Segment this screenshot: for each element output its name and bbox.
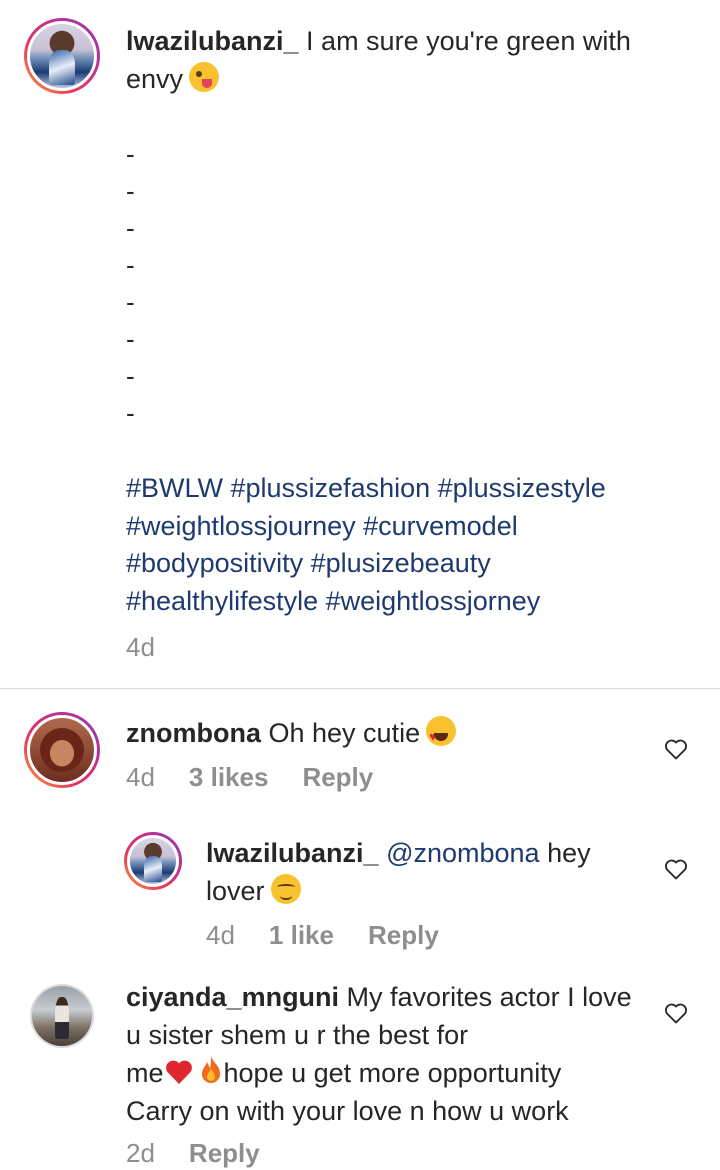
comment-username[interactable]: znombona [126, 718, 261, 748]
comment-body-line2: u sister shem u r the best for [126, 1020, 469, 1050]
smiling-face-emoji-icon [270, 874, 301, 904]
dash-line: - [126, 139, 135, 169]
post-meta: 4d [126, 632, 189, 663]
comment-body: Oh hey cutie [261, 718, 421, 748]
dash-line: - [126, 213, 135, 243]
caption-text-line1: I am sure you're green with [298, 26, 631, 56]
reply-body-line2: lover [206, 876, 265, 906]
heart-eyes-emoji-icon [426, 716, 457, 756]
comment-username[interactable]: ciyanda_mnguni [126, 982, 339, 1012]
post-author-username[interactable]: lwazilubanzi_ [126, 26, 299, 56]
comment-body-line3a: me [126, 1058, 164, 1088]
reply-username[interactable]: lwazilubanzi_ [206, 838, 379, 868]
comment-timestamp: 2d [126, 1138, 155, 1168]
comment-body-line3b: hope u get more opportunity [223, 1058, 562, 1088]
reply-button[interactable]: Reply [302, 762, 373, 793]
dash-line: - [126, 176, 135, 206]
hashtag-line[interactable]: #BWLW #plussizefashion #plussizestyle [126, 470, 686, 508]
hashtag-line[interactable]: #weightlossjourney #curvemodel [126, 508, 686, 546]
comment-text: ciyanda_mnguni My favorites actor I love… [126, 978, 646, 1130]
hashtag-line[interactable]: #bodypositivity #plusizebeauty [126, 545, 686, 583]
divider [0, 688, 720, 689]
reply-button[interactable]: Reply [368, 920, 439, 951]
comment-avatar-znombona[interactable] [24, 712, 100, 788]
caption-hashtags: #BWLW #plussizefashion #plussizestyle #w… [126, 470, 686, 620]
dash-line: - [126, 398, 135, 428]
post-author-avatar[interactable] [24, 18, 100, 94]
red-heart-emoji-icon [165, 1060, 192, 1084]
comments-screen: lwazilubanzi_ I am sure you're green wit… [0, 0, 720, 1170]
reply-likes-count[interactable]: 1 like [269, 920, 334, 951]
winking-face-tongue-emoji-icon [189, 62, 220, 92]
comment-meta: 2d Reply [126, 1138, 260, 1169]
dash-line: - [126, 287, 135, 317]
avatar-image [27, 21, 97, 91]
post-caption: lwazilubanzi_ I am sure you're green wit… [126, 22, 686, 98]
like-heart-icon[interactable] [664, 738, 688, 760]
hashtag-line[interactable]: #healthylifestyle #weightlossjorney [126, 583, 686, 621]
dash-line: - [126, 324, 135, 354]
dash-line: - [126, 361, 135, 391]
comment-avatar-ciyanda[interactable] [30, 984, 94, 1048]
comment-timestamp: 4d [126, 762, 155, 792]
avatar-image [32, 986, 92, 1046]
reply-text: lwazilubanzi_ @znombona hey lover [206, 834, 646, 910]
like-heart-icon[interactable] [664, 1002, 688, 1024]
caption-text-line2: envy [126, 64, 184, 94]
caption-dashes: - - - - - - - - [126, 136, 135, 432]
dash-line: - [126, 250, 135, 280]
comment-likes-count[interactable]: 3 likes [189, 762, 269, 793]
comment-meta: 4d 3 likes Reply [126, 762, 373, 793]
avatar-image [127, 835, 179, 887]
comment-text: znombona Oh hey cutie [126, 714, 646, 756]
avatar-image [27, 715, 97, 785]
reply-meta: 4d 1 like Reply [206, 920, 439, 951]
reply-button[interactable]: Reply [189, 1138, 260, 1169]
fire-emoji-icon [201, 1056, 220, 1083]
reply-avatar-lwazilubanzi[interactable] [124, 832, 182, 890]
mention-link[interactable]: @znombona [386, 838, 540, 868]
reply-timestamp: 4d [206, 920, 235, 950]
comment-body-line1: My favorites actor I love [339, 982, 632, 1012]
comment-body-line4: Carry on with your love n how u work [126, 1096, 569, 1126]
reply-body-line1: hey [539, 838, 591, 868]
like-heart-icon[interactable] [664, 858, 688, 880]
post-timestamp: 4d [126, 632, 155, 662]
